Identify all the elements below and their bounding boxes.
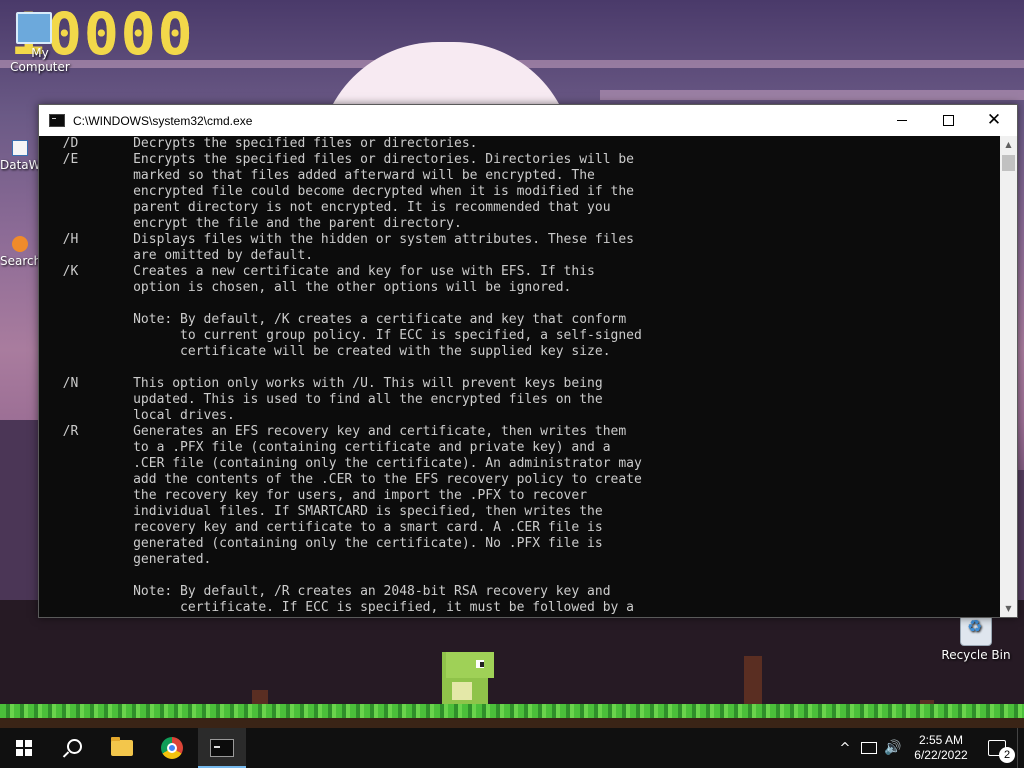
desktop-icon-label: Recycle Bin [941,648,1011,662]
scroll-up-button[interactable]: ▲ [1000,136,1017,153]
show-hidden-icons-button[interactable]: ^ [834,728,856,768]
windows-logo-icon [16,740,32,756]
minimize-icon [897,120,907,121]
wallpaper-stump [744,656,762,708]
search-app-icon [12,236,28,252]
desktop-icon-search[interactable]: Search [0,236,42,268]
maximize-button[interactable] [925,105,971,136]
console-output[interactable]: /D Decrypts the specified files or direc… [39,136,1000,617]
maximize-icon [942,115,954,126]
show-desktop-button[interactable] [1017,728,1024,768]
close-button[interactable]: ✕ [971,105,1017,136]
wallpaper-dirt [0,718,1024,728]
close-icon: ✕ [986,110,1002,130]
clock-date: 6/22/2022 [914,748,968,762]
clock-time: 2:55 AM [918,733,964,747]
desktop-icon-recycle-bin[interactable]: Recycle Bin [938,612,1014,662]
wallpaper-grass [0,704,1024,718]
taskbar-chrome[interactable] [148,728,196,768]
dino-pupil [480,662,484,667]
network-button[interactable] [858,728,880,768]
action-center-button[interactable]: 2 [982,728,1015,768]
chrome-icon [161,737,183,759]
network-icon [861,742,877,754]
desktop-icon-my-computer[interactable]: My Computer [0,12,80,74]
scroll-thumb[interactable] [1002,155,1015,171]
chevron-up-icon: ▲ [1005,140,1012,149]
shortcut-icon [12,140,28,156]
cmd-window[interactable]: C:\WINDOWS\system32\cmd.exe ✕ /D Decrypt… [38,104,1018,618]
folder-icon [111,737,133,756]
computer-icon [16,12,52,44]
notification-badge: 2 [999,747,1015,763]
taskbar: ^ 🔊 2:55 AM 6/22/2022 2 [0,728,1024,768]
desktop-icon-dataw[interactable]: DataW [0,140,41,172]
minimize-button[interactable] [879,105,925,136]
wallpaper-cloud [600,90,1024,100]
desktop-icon-label: My Computer [10,46,70,74]
taskbar-command-prompt[interactable] [198,728,246,768]
chevron-up-icon: ^ [839,740,851,756]
start-button[interactable] [0,728,48,768]
search-icon [66,738,82,754]
dino-head [446,652,494,678]
chevron-down-icon: ▼ [1005,604,1012,613]
vertical-scrollbar[interactable]: ▲ ▼ [1000,136,1017,617]
cmd-titlebar[interactable]: C:\WINDOWS\system32\cmd.exe ✕ [39,105,1017,136]
desktop-icon-label: Search [0,254,42,268]
volume-icon: 🔊 [884,740,902,756]
clock[interactable]: 2:55 AM 6/22/2022 [906,728,976,768]
console-text: /D Decrypts the specified files or direc… [62,136,642,615]
window-title: C:\WINDOWS\system32\cmd.exe [73,113,253,128]
taskbar-file-explorer[interactable] [98,728,146,768]
scroll-down-button[interactable]: ▼ [1000,600,1017,617]
volume-button[interactable]: 🔊 [882,728,904,768]
cmd-icon [210,739,234,757]
taskbar-search-button[interactable] [48,728,96,768]
notification-icon: 2 [988,740,1015,763]
cmd-app-icon[interactable] [49,114,65,127]
dino-belly [452,682,472,700]
desktop-icon-label: DataW [0,158,41,172]
